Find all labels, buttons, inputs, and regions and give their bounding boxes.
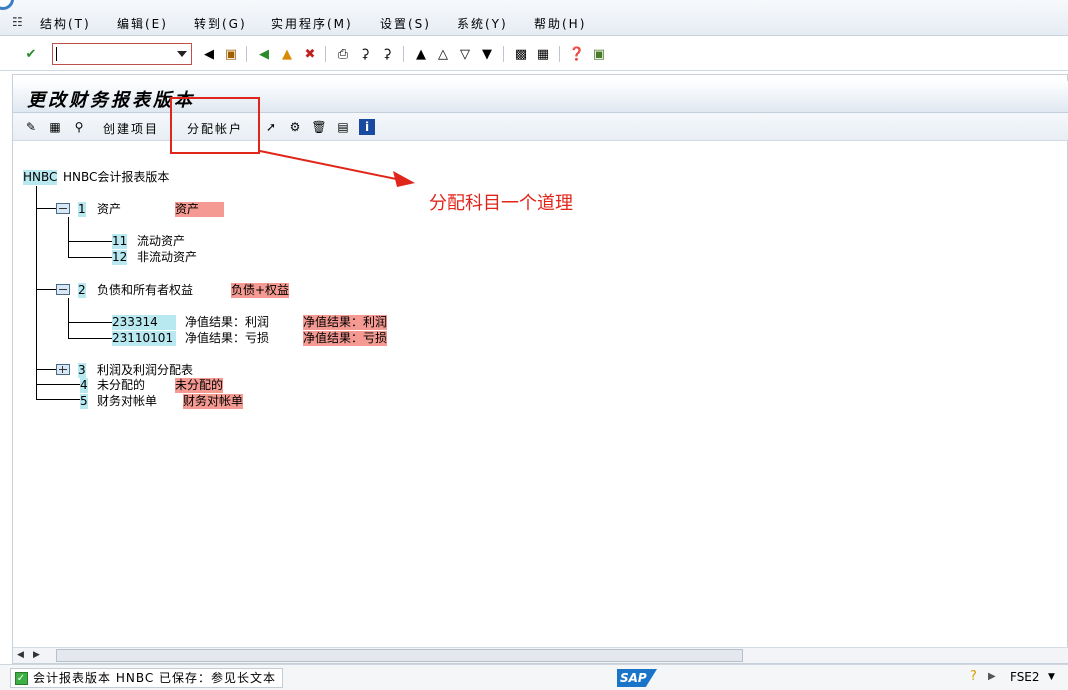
sap-logo: SAP [617, 669, 657, 687]
tree-node-tag: 未分配的 [175, 378, 224, 393]
command-dropdown-icon[interactable] [177, 51, 187, 57]
find-icon[interactable]: ⚳ [356, 45, 374, 63]
tree-node-num[interactable]: 4 [80, 378, 88, 393]
tree-node-num[interactable]: 3 [78, 363, 86, 378]
back-icon[interactable]: ◀ [255, 45, 273, 63]
standard-toolbar: ✔ ◀ ▣ ◀ ▲ ✖ ⎙ ⚳ ⚳ ▲ △ ▽ ▼ ▩ ▦ ❓ ▣ [0, 37, 1068, 71]
layout-menu-icon[interactable]: ▣ [590, 45, 608, 63]
status-expand-icon[interactable]: ▶ [988, 671, 996, 682]
menu-settings[interactable]: 设置(S) [380, 15, 431, 32]
exit-icon[interactable]: ▲ [278, 45, 296, 63]
last-page-icon[interactable]: ▼ [478, 45, 496, 63]
tree-node-tag: 负债+权益 [231, 283, 290, 298]
help-icon[interactable]: ❓ [568, 45, 586, 63]
annotation-text: 分配科目一个道理 [429, 193, 573, 214]
status-message[interactable]: ✓ 会计报表版本 HNBC 已保存：参见长文本 [10, 668, 284, 688]
tree-line [68, 322, 113, 323]
menu-bar: ☷ 结构(T) 编辑(E) 转到(G) 实用程序(M) 设置(S) 系统(Y) … [0, 0, 1068, 36]
tree-line [68, 298, 69, 338]
toolbar-separator [403, 46, 404, 62]
tree-node-tag: 净值结果：利润 [303, 315, 388, 330]
find-next-icon[interactable]: ⚳ [378, 45, 396, 63]
system-dropdown-icon[interactable]: ▼ [1048, 672, 1055, 682]
toolbar-separator [559, 46, 560, 62]
tree-line [36, 399, 81, 400]
tree-node-num[interactable]: 233314 [112, 315, 176, 330]
annotation-arrow [259, 150, 415, 187]
enter-check-icon[interactable]: ✔ [22, 45, 40, 63]
cancel-icon[interactable]: ✖ [301, 45, 319, 63]
tree-node-tag: 财务对帐单 [183, 394, 244, 409]
collapse-left-icon[interactable]: ◀ [200, 45, 218, 63]
tree-node-label[interactable]: 净值结果：亏损 [185, 331, 269, 346]
tree-node-label[interactable]: 未分配的 [97, 378, 145, 393]
status-bar: ✓ 会计报表版本 HNBC 已保存：参见长文本 SAP ? ▶ FSE2 ▼ [0, 664, 1068, 690]
next-page-icon[interactable]: ▽ [456, 45, 474, 63]
sap-window-logo-icon [0, 0, 14, 10]
tree-line [68, 338, 113, 339]
tree-node-num[interactable]: 23110101 [112, 331, 176, 346]
tree-line [36, 289, 56, 290]
tree-line [36, 369, 56, 370]
scroll-left-icon[interactable]: ◀ [17, 650, 24, 660]
menu-structure[interactable]: 结构(T) [40, 15, 91, 32]
tree-node-label[interactable]: 净值结果：利润 [185, 315, 269, 330]
menu-system[interactable]: 系统(Y) [457, 15, 508, 32]
print-icon[interactable]: ⎙ [334, 45, 352, 63]
command-field[interactable] [52, 43, 192, 65]
status-help-icon[interactable]: ? [970, 669, 977, 684]
system-info[interactable]: FSE2 [1010, 670, 1040, 684]
toolbar-separator [246, 46, 247, 62]
folder-open-icon[interactable] [56, 284, 70, 295]
horizontal-scrollbar[interactable]: ◀ ▶ [13, 647, 1068, 663]
screen-area: 更改财务报表版本 ✎ ▦ ⚲ 创建项目 分配帐户 ➚ ⚙ 🗑 ▤ i HNBC … [12, 74, 1068, 664]
toolbar-separator [325, 46, 326, 62]
text-cursor [56, 47, 57, 61]
scroll-right-icon[interactable]: ▶ [33, 650, 40, 660]
first-page-icon[interactable]: ▲ [412, 45, 430, 63]
menu-utilities[interactable]: 实用程序(M) [271, 15, 353, 32]
status-message-text: 会计报表版本 HNBC 已保存：参见长文本 [33, 671, 277, 685]
tree-node-label[interactable]: 利润及利润分配表 [97, 363, 193, 378]
tree-node-tag: 净值结果：亏损 [303, 331, 388, 346]
menu-help[interactable]: 帮助(H) [534, 15, 586, 32]
tree-line [36, 384, 81, 385]
toolbar-separator [503, 46, 504, 62]
previous-page-icon[interactable]: △ [434, 45, 452, 63]
menu-window-icon[interactable]: ☷ [12, 16, 26, 28]
folder-closed-icon[interactable] [56, 364, 70, 375]
success-check-icon: ✓ [15, 672, 28, 685]
tree-node-label[interactable]: 财务对帐单 [97, 394, 157, 409]
save-icon[interactable]: ▣ [222, 45, 240, 63]
menu-goto[interactable]: 转到(G) [194, 15, 247, 32]
tree-node-label[interactable]: 负债和所有者权益 [97, 283, 193, 298]
tree-node-num[interactable]: 5 [80, 394, 88, 409]
new-session-icon[interactable]: ▩ [512, 45, 530, 63]
scroll-thumb[interactable] [56, 649, 743, 662]
shortcut-icon[interactable]: ▦ [534, 45, 552, 63]
menu-edit[interactable]: 编辑(E) [117, 15, 168, 32]
tree-node-num[interactable]: 2 [78, 283, 86, 298]
